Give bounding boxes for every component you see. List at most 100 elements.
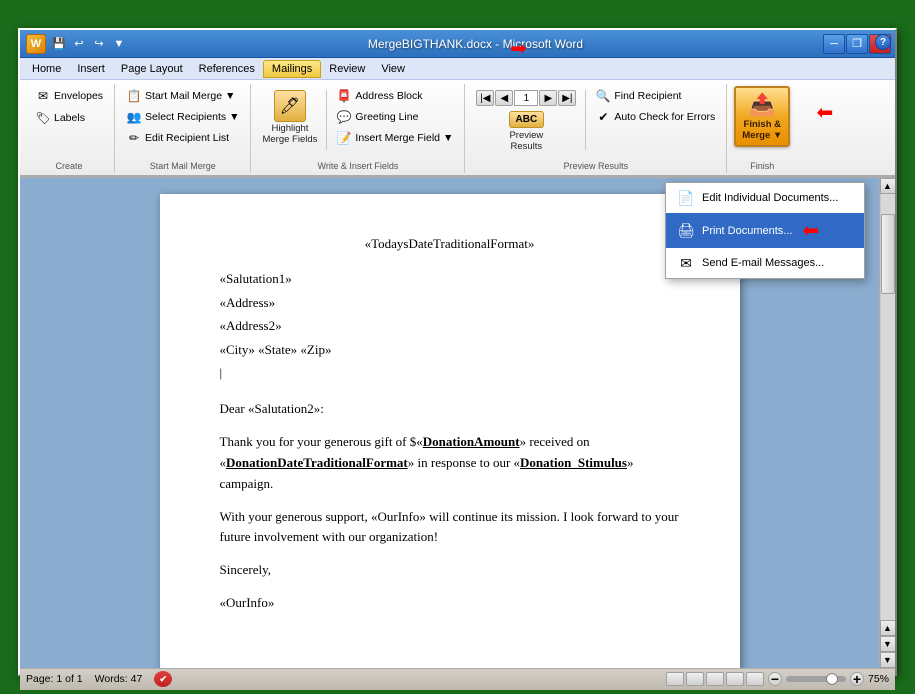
select-recipients-button[interactable]: 👥 Select Recipients ▼ bbox=[121, 107, 244, 127]
greeting-line-label: Greeting Line bbox=[355, 111, 418, 123]
draft-button[interactable] bbox=[746, 672, 764, 686]
label-icon: 🏷 bbox=[35, 110, 51, 126]
envelope-icon: ✉ bbox=[35, 88, 51, 104]
find-recipient-button[interactable]: 🔍 Find Recipient bbox=[590, 86, 720, 106]
print-layout-button[interactable] bbox=[666, 672, 684, 686]
wif-group-label: Write & Insert Fields bbox=[251, 161, 464, 171]
insert-merge-field-button[interactable]: 📝 Insert Merge Field ▼ bbox=[331, 128, 458, 148]
next-record-button[interactable]: ▶ bbox=[539, 90, 557, 106]
find-recip-label: Find Recipient bbox=[614, 90, 681, 102]
check-errors-label: Auto Check for Errors bbox=[614, 111, 715, 123]
scroll-down-button[interactable]: ▼ bbox=[880, 652, 896, 668]
web-layout-button[interactable] bbox=[706, 672, 724, 686]
preview-label: PreviewResults bbox=[509, 130, 543, 153]
redo-qa-button[interactable]: ↪ bbox=[90, 35, 108, 53]
ribbon-group-start-mail-merge: 📋 Start Mail Merge ▼ 👥 Select Recipients… bbox=[115, 84, 251, 173]
doc-ourinfo: «OurInfo» bbox=[220, 593, 680, 613]
select-recip-icon: 👥 bbox=[126, 109, 142, 125]
finish-merge-button[interactable]: 📤 Finish &Merge ▼ bbox=[734, 86, 790, 147]
address-block-label: Address Block bbox=[355, 90, 422, 102]
finish-merge-dropdown: 📄 Edit Individual Documents... 🖨 Print D… bbox=[665, 182, 865, 279]
scroll-up-small-button[interactable]: ▲ bbox=[880, 620, 896, 636]
titlebar: W 💾 ↩ ↪ ▼ MergeBIGTHANK.docx - Microsoft… bbox=[20, 30, 895, 58]
check-errors-icon: ✔ bbox=[595, 109, 611, 125]
window-title: MergeBIGTHANK.docx - Microsoft Word bbox=[128, 37, 823, 51]
zoom-level: 75% bbox=[868, 673, 889, 685]
scroll-down-small-button[interactable]: ▼ bbox=[880, 636, 896, 652]
print-docs-icon: 🖨 bbox=[676, 221, 696, 241]
doc-sincerely: Sincerely, bbox=[220, 560, 680, 581]
print-documents-item[interactable]: 🖨 Print Documents... ⬅ bbox=[666, 213, 864, 248]
edit-recip-icon: ✏ bbox=[126, 130, 142, 146]
print-docs-label: Print Documents... bbox=[702, 225, 792, 237]
group-preview-content: |◀ ◀ ▶ ▶| ABC PreviewResults bbox=[471, 86, 720, 171]
last-record-button[interactable]: ▶| bbox=[558, 90, 576, 106]
zoom-in-button[interactable]: + bbox=[850, 672, 864, 686]
status-right: − + 75% bbox=[666, 672, 889, 686]
word-window: W 💾 ↩ ↪ ▼ MergeBIGTHANK.docx - Microsoft… bbox=[18, 28, 897, 676]
edit-individual-docs-item[interactable]: 📄 Edit Individual Documents... bbox=[666, 183, 864, 213]
zoom-out-button[interactable]: − bbox=[768, 672, 782, 686]
send-email-icon: ✉ bbox=[676, 253, 696, 273]
send-email-label: Send E-mail Messages... bbox=[702, 257, 824, 269]
app-icon: W bbox=[26, 34, 46, 54]
quick-access-toolbar: 💾 ↩ ↪ ▼ bbox=[50, 35, 128, 53]
minimize-button[interactable]: ─ bbox=[823, 34, 845, 54]
doc-para2: With your generous support, «OurInfo» wi… bbox=[220, 507, 680, 549]
finish-merge-icon: 📤 bbox=[749, 92, 776, 118]
menu-mailings[interactable]: Mailings bbox=[263, 60, 321, 78]
outline-button[interactable] bbox=[726, 672, 744, 686]
view-buttons bbox=[666, 672, 764, 686]
preview-results-button[interactable]: |◀ ◀ ▶ ▶| ABC PreviewResults bbox=[471, 86, 581, 157]
ribbon-group-write-insert: 🖊 HighlightMerge Fields 📮 Address Block … bbox=[251, 84, 465, 173]
scroll-track[interactable] bbox=[881, 194, 895, 620]
edit-recipient-list-button[interactable]: ✏ Edit Recipient List bbox=[121, 128, 244, 148]
spell-check-icon[interactable]: ✔ bbox=[154, 671, 172, 687]
menu-insert[interactable]: Insert bbox=[69, 61, 113, 77]
find-recip-icon: 🔍 bbox=[595, 88, 611, 104]
highlight-mf-label: HighlightMerge Fields bbox=[262, 123, 317, 146]
highlight-merge-fields-button[interactable]: 🖊 HighlightMerge Fields bbox=[257, 86, 322, 150]
word-count: Words: 47 bbox=[95, 673, 143, 685]
menu-references[interactable]: References bbox=[191, 61, 263, 77]
smm-group-label: Start Mail Merge bbox=[115, 161, 250, 171]
help-button[interactable]: ? bbox=[875, 34, 891, 50]
save-qa-button[interactable]: 💾 bbox=[50, 35, 68, 53]
create-group-label: Create bbox=[24, 161, 114, 171]
address-block-button[interactable]: 📮 Address Block bbox=[331, 86, 458, 106]
insert-mf-label: Insert Merge Field ▼ bbox=[355, 132, 453, 144]
ribbon-content: ✉ Envelopes 🏷 Labels Create bbox=[20, 80, 895, 176]
auto-check-errors-button[interactable]: ✔ Auto Check for Errors bbox=[590, 107, 720, 127]
zoom-slider[interactable] bbox=[786, 676, 846, 682]
start-mm-label: Start Mail Merge ▼ bbox=[145, 90, 235, 102]
scroll-thumb[interactable] bbox=[881, 214, 895, 294]
record-number-input[interactable] bbox=[514, 90, 538, 106]
qa-dropdown-button[interactable]: ▼ bbox=[110, 35, 128, 53]
document-page[interactable]: «TodaysDateTraditionalFormat» «Salutatio… bbox=[160, 194, 740, 668]
start-mail-merge-button[interactable]: 📋 Start Mail Merge ▼ bbox=[121, 86, 244, 106]
doc-address: «Address» bbox=[220, 293, 680, 313]
group-create-content: ✉ Envelopes 🏷 Labels bbox=[30, 86, 108, 171]
prev-record-button[interactable]: ◀ bbox=[495, 90, 513, 106]
doc-greeting: Dear «Salutation2»: bbox=[220, 399, 680, 419]
envelopes-button[interactable]: ✉ Envelopes bbox=[30, 86, 108, 106]
greeting-line-icon: 💬 bbox=[336, 109, 352, 125]
status-left: Page: 1 of 1 Words: 47 ✔ bbox=[26, 671, 172, 687]
menu-home[interactable]: Home bbox=[24, 61, 69, 77]
menu-view[interactable]: View bbox=[373, 61, 413, 77]
scroll-up-button[interactable]: ▲ bbox=[880, 178, 896, 194]
finish-merge-label: Finish &Merge ▼ bbox=[742, 119, 782, 141]
restore-button[interactable]: ❐ bbox=[846, 34, 868, 54]
first-record-button[interactable]: |◀ bbox=[476, 90, 494, 106]
doc-date-line: «TodaysDateTraditionalFormat» bbox=[220, 234, 680, 254]
start-mm-icon: 📋 bbox=[126, 88, 142, 104]
menu-page-layout[interactable]: Page Layout bbox=[113, 61, 191, 77]
greeting-line-button[interactable]: 💬 Greeting Line bbox=[331, 107, 458, 127]
undo-qa-button[interactable]: ↩ bbox=[70, 35, 88, 53]
address-block-icon: 📮 bbox=[336, 88, 352, 104]
labels-button[interactable]: 🏷 Labels bbox=[30, 108, 108, 128]
titlebar-left: W 💾 ↩ ↪ ▼ bbox=[26, 34, 128, 54]
send-email-item[interactable]: ✉ Send E-mail Messages... bbox=[666, 248, 864, 278]
menu-review[interactable]: Review bbox=[321, 61, 373, 77]
full-screen-button[interactable] bbox=[686, 672, 704, 686]
